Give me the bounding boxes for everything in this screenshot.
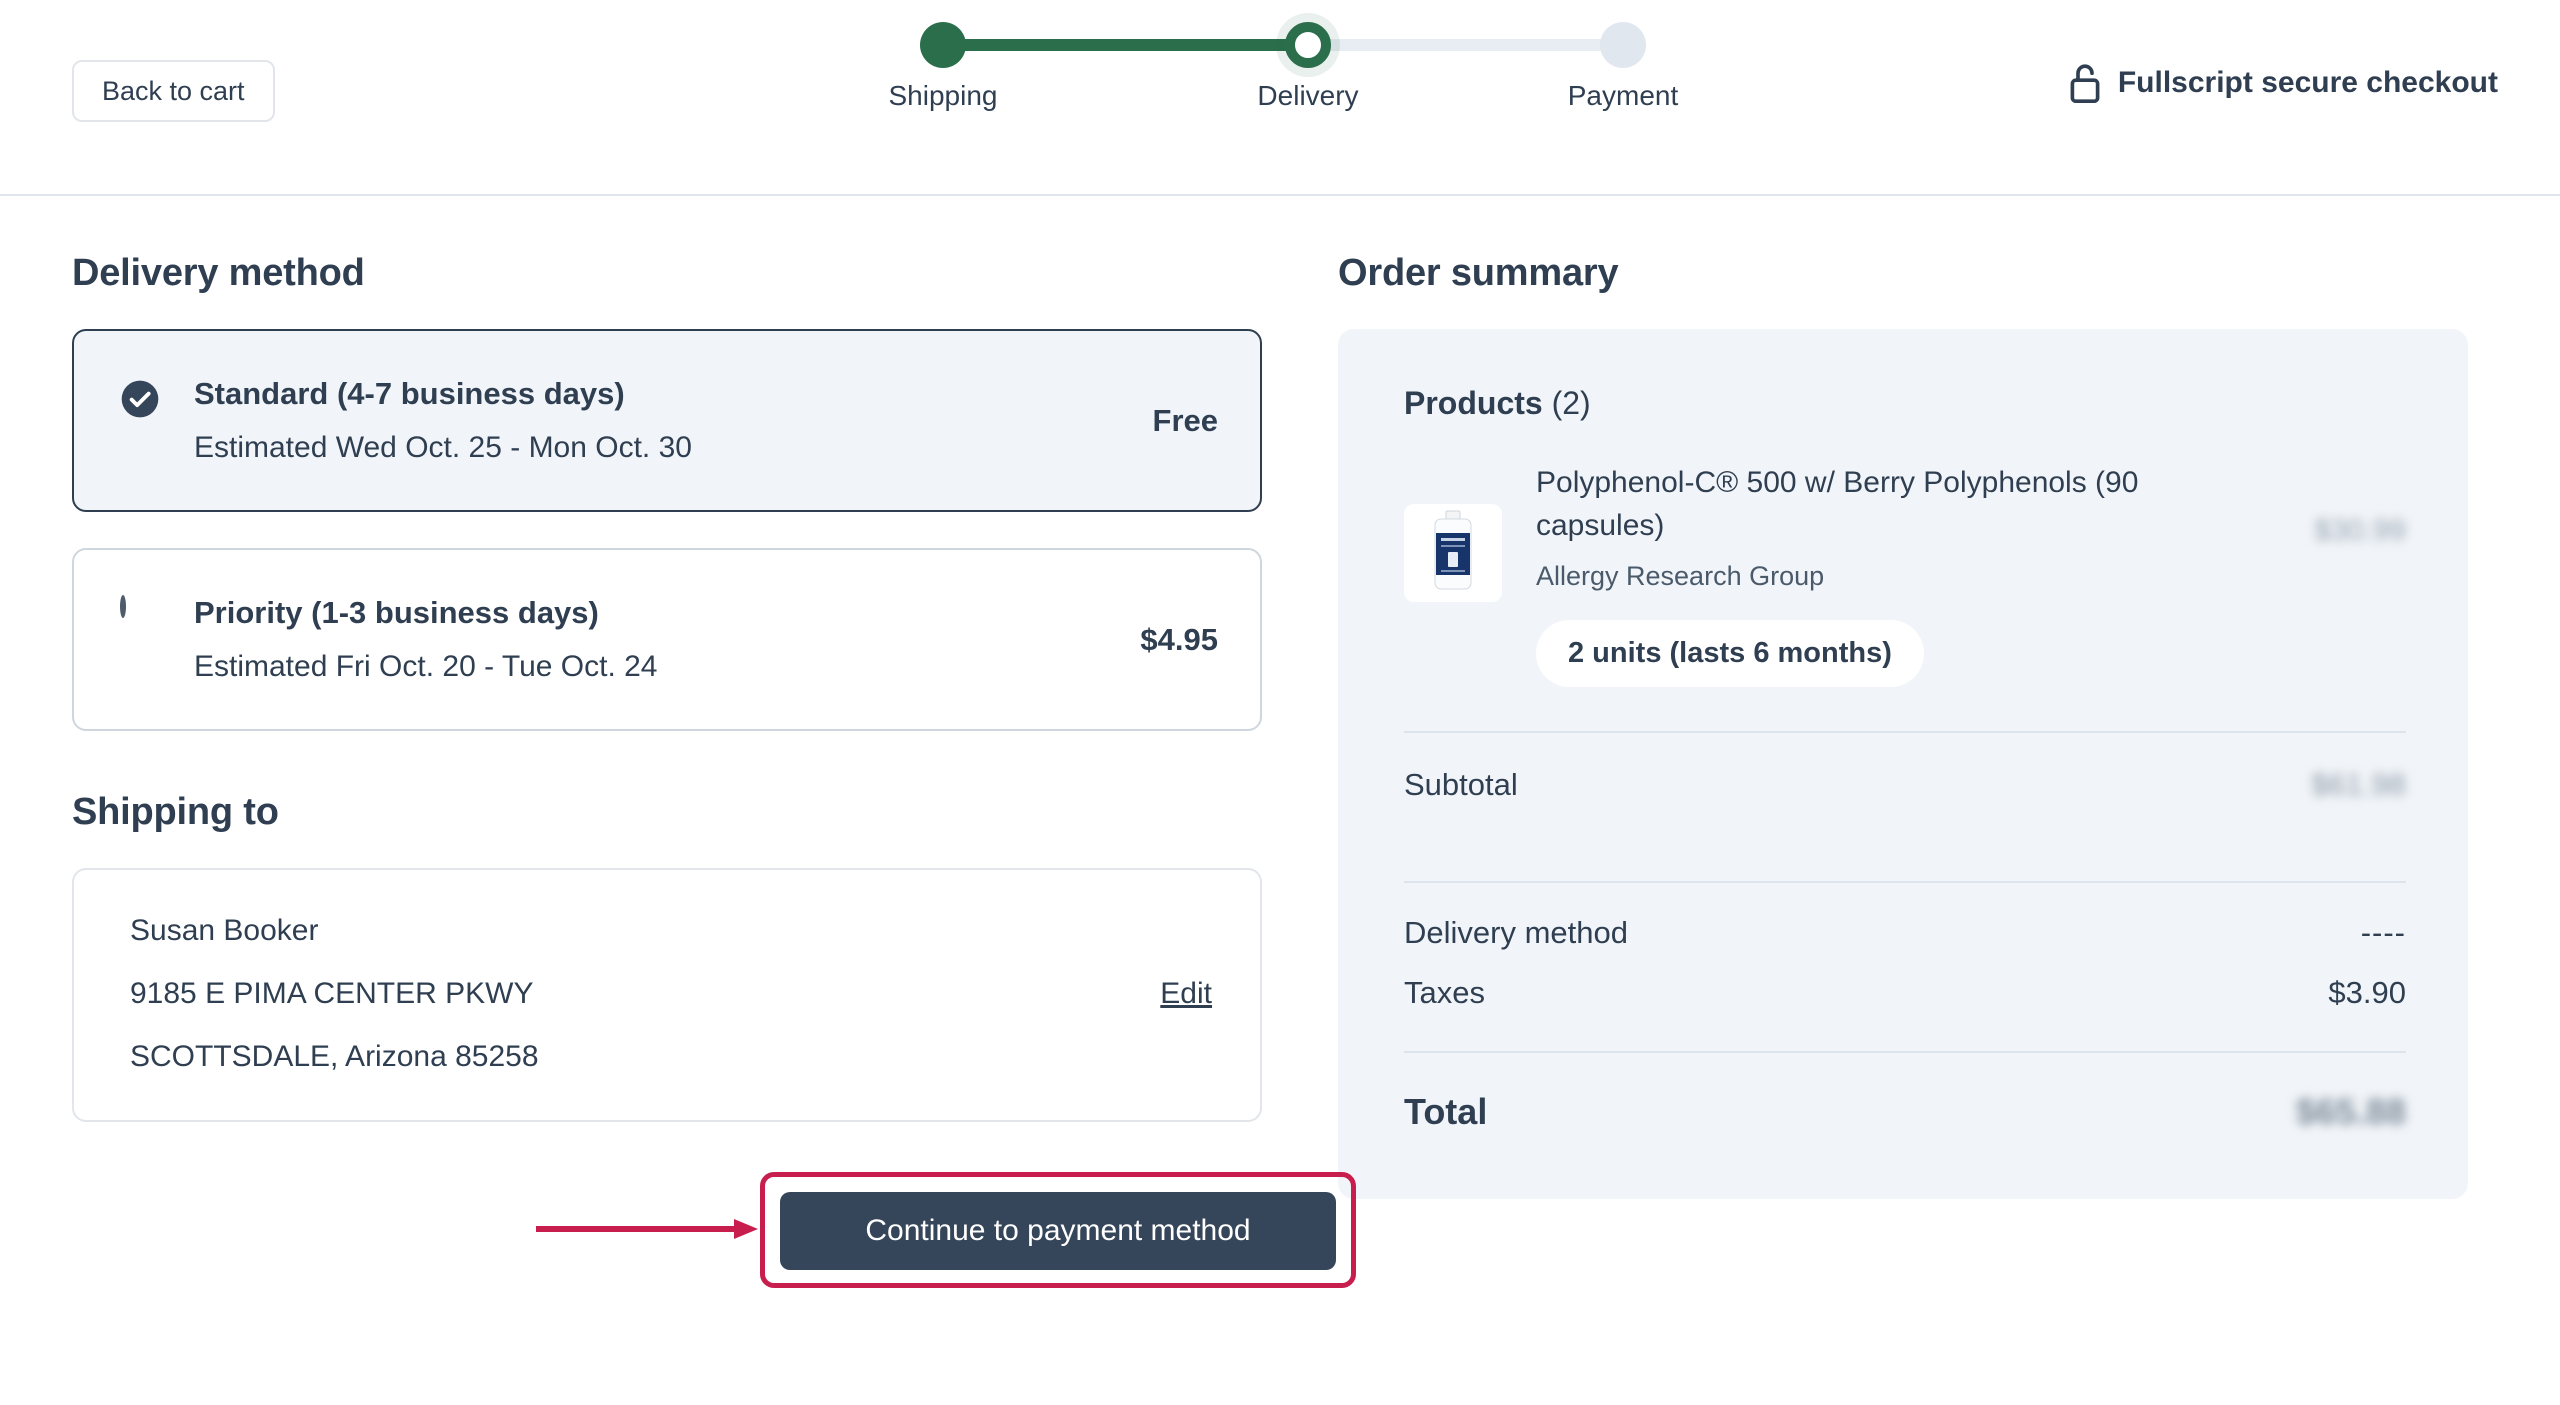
shipping-to-title: Shipping to [72,791,279,834]
cta-row: Continue to payment method [72,1162,1356,1292]
summary-row-subtotal-value: $61.98 [2311,767,2406,803]
step-label-shipping: Shipping [888,80,998,111]
summary-row-taxes-value: $3.90 [2328,975,2406,1011]
secure-checkout-badge: Fullscript secure checkout [2068,62,2498,104]
delivery-option-standard-text: Standard (4-7 business days) Estimated W… [194,375,1153,466]
product-units-badge: 2 units (lasts 6 months) [1536,620,1924,688]
delivery-method-title: Delivery method [72,252,365,294]
stepper-node-payment [1600,22,1646,68]
summary-row-delivery-method-label: Delivery method [1404,915,1628,951]
delivery-column: Delivery method Standard (4-7 business d… [72,196,1356,1292]
annotation-arrow [534,1212,762,1246]
product-price: $30.99 [2314,514,2406,547]
shipping-city-state-zip: SCOTTSDALE, Arizona 85258 [130,1040,539,1074]
stepper-node-delivery[interactable] [1285,22,1331,68]
summary-row-delivery-method: Delivery method ---- [1404,883,2406,965]
delivery-option-standard-estimate: Estimated Wed Oct. 25 - Mon Oct. 30 [194,431,692,465]
shipping-recipient-name: Susan Booker [130,914,319,948]
check-circle-icon [120,379,160,419]
checkout-content: Delivery method Standard (4-7 business d… [0,196,2560,1292]
summary-row-taxes: Taxes $3.90 [1404,965,2406,1041]
step-label-delivery: Delivery [1257,80,1359,111]
checkout-header: Back to cart Shipping Delivery Payment F… [0,0,2560,196]
order-summary-title: Order summary [1338,252,1619,294]
order-line-item: Polyphenol-C® 500 w/ Berry Polyphenols (… [1404,462,2406,688]
delivery-option-priority[interactable]: Priority (1-3 business days) Estimated F… [72,548,1262,732]
step-label-payment: Payment [1567,80,1679,111]
delivery-option-priority-price: $4.95 [1140,621,1218,657]
stepper-segment-upcoming [1300,39,1630,51]
products-count: (2) [1551,385,1591,421]
delivery-option-standard-price: Free [1152,402,1218,438]
stepper-node-shipping[interactable] [920,22,966,68]
summary-row-total: Total $65.88 [1404,1053,2406,1137]
delivery-option-standard[interactable]: Standard (4-7 business days) Estimated W… [72,329,1262,513]
order-summary-card: Products (2) Polyphenol-C® 500 w/ Berry … [1338,329,2468,1200]
product-details: Polyphenol-C® 500 w/ Berry Polyphenols (… [1536,462,2280,688]
product-name[interactable]: Polyphenol-C® 500 w/ Berry Polyphenols (… [1536,462,2146,547]
delivery-option-priority-estimate: Estimated Fri Oct. 20 - Tue Oct. 24 [194,650,658,684]
summary-row-subtotal: Subtotal $61.98 [1404,733,2406,837]
open-padlock-icon [2068,62,2102,104]
products-header: Products (2) [1404,385,2406,422]
summary-row-delivery-method-value: ---- [2360,915,2406,951]
summary-row-total-value: $65.88 [2295,1091,2406,1133]
shipping-address-card: Susan Booker 9185 E PIMA CENTER PKWY SCO… [72,868,1262,1123]
delivery-options-group[interactable]: Standard (4-7 business days) Estimated W… [72,329,1262,732]
shipping-address-lines: Susan Booker 9185 E PIMA CENTER PKWY SCO… [130,916,1130,1072]
product-brand: Allergy Research Group [1536,561,1825,592]
product-thumbnail [1404,504,1502,602]
back-to-cart-button[interactable]: Back to cart [72,60,275,122]
edit-address-link[interactable]: Edit [1130,977,1212,1011]
summary-row-total-label: Total [1404,1091,1488,1133]
shipping-street: 9185 E PIMA CENTER PKWY [130,977,534,1011]
delivery-option-standard-title: Standard (4-7 business days) [194,376,625,411]
summary-row-subtotal-label: Subtotal [1404,767,1518,803]
supplement-bottle-icon [1422,509,1484,598]
checkout-progress-stepper: Shipping Delivery Payment [889,22,1679,120]
summary-row-taxes-label: Taxes [1404,975,1485,1011]
secure-checkout-label: Fullscript secure checkout [2117,66,2498,99]
order-summary-column: Order summary Products (2) Polyphenol-C®… [1338,196,2468,1200]
delivery-option-priority-text: Priority (1-3 business days) Estimated F… [194,594,1140,685]
stepper-track [910,22,1650,68]
delivery-option-priority-title: Priority (1-3 business days) [194,595,599,631]
stepper-labels: Shipping Delivery Payment [889,80,1679,120]
radio-unselected-icon[interactable] [120,595,160,638]
stepper-segment-completed [942,39,1310,51]
products-label: Products [1404,385,1543,421]
continue-to-payment-button[interactable]: Continue to payment method [780,1192,1336,1271]
